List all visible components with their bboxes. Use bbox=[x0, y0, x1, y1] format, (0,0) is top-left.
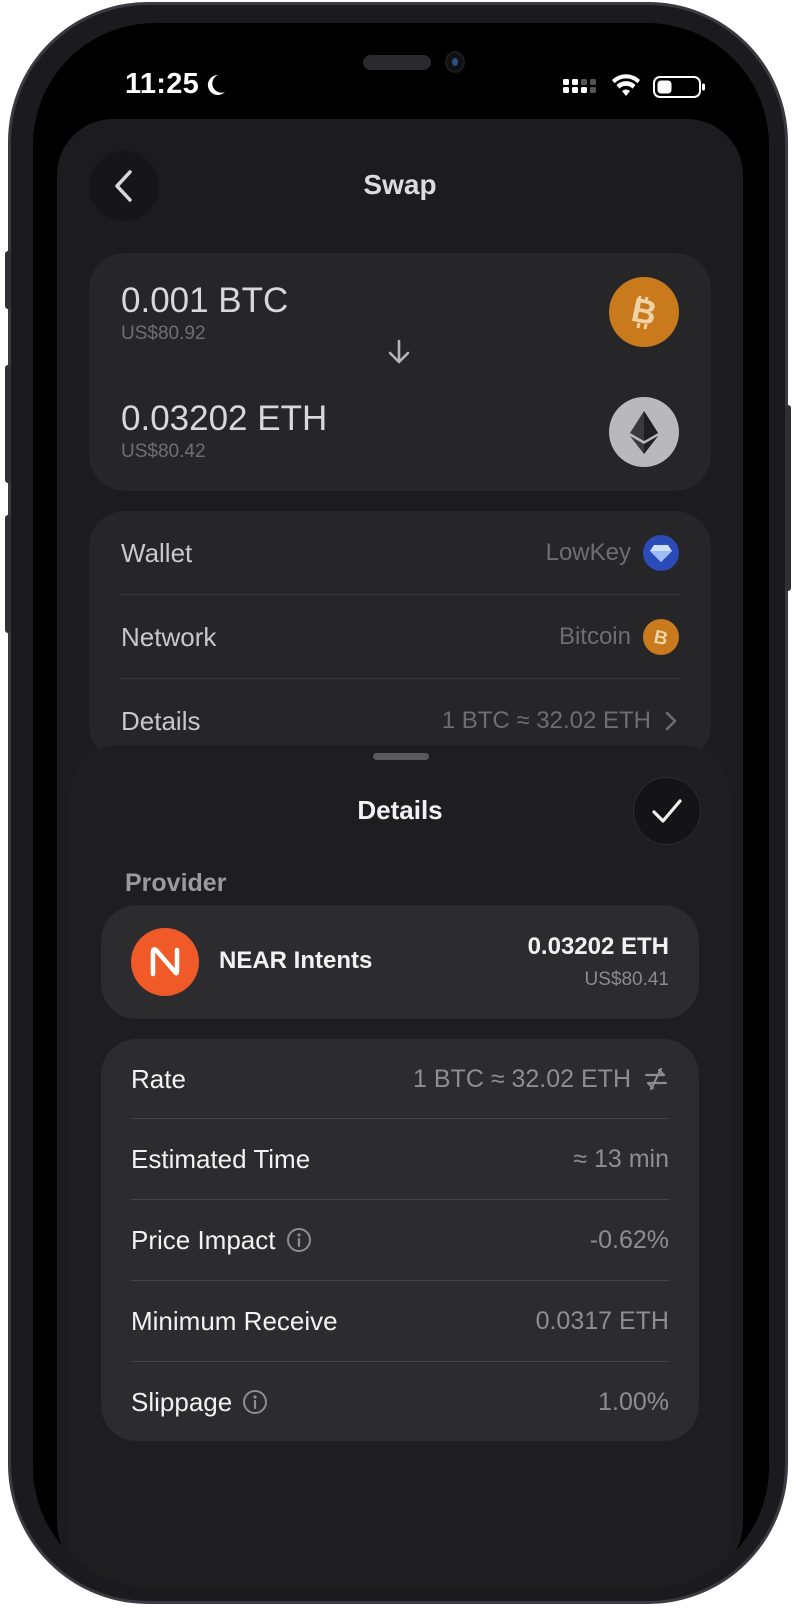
battery-icon bbox=[653, 76, 705, 98]
provider-name: NEAR Intents bbox=[219, 947, 373, 974]
bitcoin-icon: B bbox=[609, 277, 679, 347]
near-logo-icon bbox=[131, 928, 199, 996]
network-label: Network bbox=[121, 621, 217, 652]
cellular-signal-icon bbox=[563, 79, 596, 93]
sheet-grabber[interactable] bbox=[373, 753, 429, 760]
action-button bbox=[5, 251, 11, 309]
to-amount: 0.03202 ETH bbox=[121, 399, 328, 438]
wallet-row[interactable]: Wallet LowKey bbox=[121, 511, 679, 595]
estimated-time-row: Estimated Time ≈ 13 min bbox=[131, 1119, 669, 1199]
details-value: 1 BTC ≈ 32.02 ETH bbox=[441, 707, 651, 734]
provider-fiat-value: US$80.41 bbox=[584, 969, 669, 990]
network-row[interactable]: Network Bitcoin B bbox=[121, 595, 679, 679]
details-sheet: Details Provider NEAR Intents 0.03202 ET… bbox=[69, 745, 731, 1589]
svg-text:B: B bbox=[652, 627, 670, 648]
volume-up-button bbox=[5, 365, 11, 483]
swap-summary-card: 0.001 BTC US$80.92 B 0.03202 ETH US$80.4… bbox=[89, 253, 711, 491]
checkmark-icon bbox=[652, 799, 682, 823]
slippage-value: 1.00% bbox=[598, 1387, 669, 1416]
details-label: Details bbox=[121, 705, 201, 736]
info-icon[interactable] bbox=[242, 1389, 268, 1415]
wallet-label: Wallet bbox=[121, 537, 193, 568]
from-amount: 0.001 BTC bbox=[121, 281, 289, 320]
minimum-receive-label: Minimum Receive bbox=[131, 1305, 338, 1336]
power-button bbox=[785, 405, 791, 591]
done-button[interactable] bbox=[633, 777, 701, 845]
estimated-time-label: Estimated Time bbox=[131, 1143, 311, 1174]
status-time: 11:25 bbox=[125, 68, 200, 100]
wallet-gem-icon bbox=[643, 535, 679, 571]
swap-direction-icon[interactable] bbox=[643, 1066, 669, 1092]
page-title: Swap bbox=[363, 169, 437, 200]
info-icon[interactable] bbox=[286, 1227, 312, 1253]
price-impact-value: -0.62% bbox=[589, 1225, 669, 1254]
details-card: Rate 1 BTC ≈ 32.02 ETH Estimated Time ≈ … bbox=[101, 1039, 699, 1441]
wifi-icon bbox=[612, 74, 640, 96]
rate-label: Rate bbox=[131, 1063, 186, 1094]
from-fiat-value: US$80.92 bbox=[121, 323, 206, 344]
camera-icon bbox=[445, 51, 465, 73]
svg-text:B: B bbox=[628, 292, 660, 332]
screen: 11:25 Swap 0.001 BTC US$80.92 B 0.03202 … bbox=[33, 23, 769, 1589]
price-impact-row: Price Impact -0.62% bbox=[131, 1200, 669, 1280]
swap-info-card: Wallet LowKey Network Bitcoin B Details … bbox=[89, 511, 711, 761]
bitcoin-network-icon: B bbox=[643, 619, 679, 655]
volume-down-button bbox=[5, 515, 11, 633]
minimum-receive-row: Minimum Receive 0.0317 ETH bbox=[131, 1281, 669, 1361]
to-fiat-value: US$80.42 bbox=[121, 441, 206, 462]
price-impact-label: Price Impact bbox=[131, 1224, 276, 1255]
provider-amount: 0.03202 ETH bbox=[527, 933, 669, 960]
phone-frame: 11:25 Swap 0.001 BTC US$80.92 B 0.03202 … bbox=[5, 2, 791, 1604]
provider-section-label: Provider bbox=[125, 869, 227, 897]
wallet-value: LowKey bbox=[545, 539, 631, 566]
ethereum-icon bbox=[609, 397, 679, 467]
provider-card[interactable]: NEAR Intents 0.03202 ETH US$80.41 bbox=[101, 905, 699, 1019]
rate-value: 1 BTC ≈ 32.02 ETH bbox=[413, 1064, 631, 1093]
network-value: Bitcoin bbox=[558, 623, 631, 650]
rate-row: Rate 1 BTC ≈ 32.02 ETH bbox=[131, 1039, 669, 1119]
dynamic-island bbox=[363, 55, 431, 70]
moon-icon bbox=[207, 74, 225, 95]
arrow-down-icon bbox=[388, 339, 410, 364]
minimum-receive-value: 0.0317 ETH bbox=[535, 1306, 669, 1335]
slippage-label: Slippage bbox=[131, 1386, 233, 1417]
sheet-title: Details bbox=[357, 795, 443, 825]
estimated-time-value: ≈ 13 min bbox=[573, 1144, 669, 1173]
chevron-right-icon bbox=[665, 711, 677, 731]
slippage-row: Slippage 1.00% bbox=[131, 1362, 669, 1442]
